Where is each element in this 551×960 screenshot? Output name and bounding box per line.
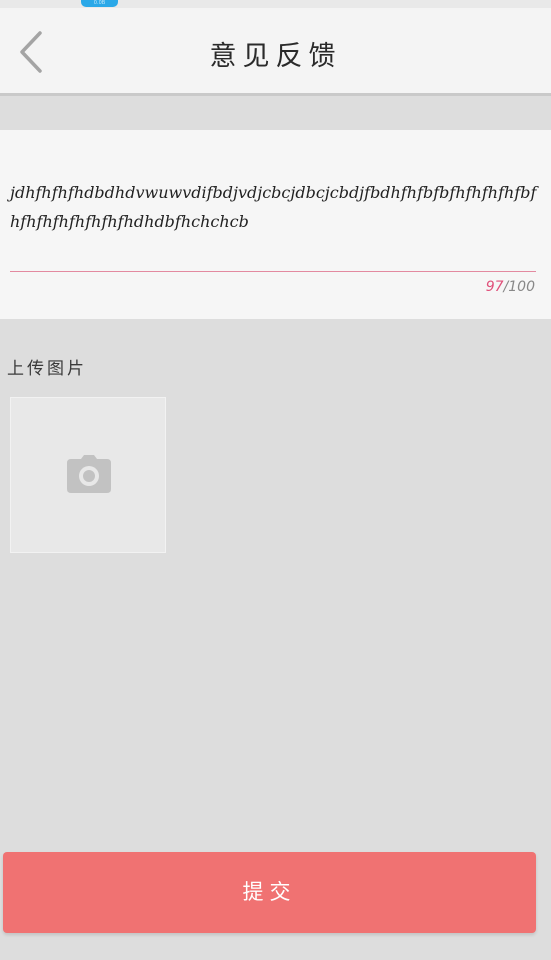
status-indicator-pill: 0.0B [81, 0, 118, 7]
char-count-current: 97 [485, 279, 504, 295]
camera-icon [67, 455, 111, 493]
submit-button[interactable]: 提交 [3, 852, 536, 933]
add-image-button[interactable] [10, 397, 166, 553]
status-bar: 0.0B [0, 0, 551, 8]
upload-label: 上传图片 [7, 359, 87, 379]
page-title: 意见反馈 [209, 41, 342, 72]
feedback-textarea[interactable]: jdhfhfhfhdbdhdvwuwvdifbdjvdjcbcjdbcjcbdj… [10, 178, 538, 236]
feedback-card: jdhfhfhfhdbdhdvwuwvdifbdjvdjcbcjdbcjcbdj… [0, 130, 551, 319]
char-counter: 97/100 [486, 279, 535, 295]
char-count-max: 100 [508, 279, 535, 295]
app-bar: 意见反馈 [0, 8, 551, 96]
feedback-underline [10, 271, 536, 272]
